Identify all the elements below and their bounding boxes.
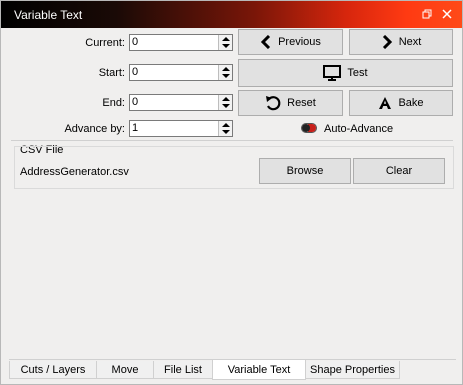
next-button[interactable]: Next [349, 29, 453, 55]
chevron-right-icon [381, 35, 393, 49]
up-arrow-icon[interactable] [222, 67, 230, 71]
previous-label: Previous [278, 36, 321, 48]
restore-icon[interactable] [419, 6, 435, 22]
csv-filename: AddressGenerator.csv [20, 166, 129, 178]
auto-advance-label: Auto-Advance [324, 123, 394, 135]
letter-a-icon [378, 96, 392, 110]
window-title: Variable Text [14, 8, 83, 22]
toggle-knob [302, 124, 310, 132]
end-stepper[interactable] [218, 95, 232, 110]
clear-label: Clear [385, 165, 413, 177]
monitor-icon [323, 65, 342, 81]
reset-label: Reset [287, 97, 316, 109]
advance-by-stepper[interactable] [218, 121, 232, 136]
current-label: Current: [85, 37, 125, 49]
end-spinbox[interactable]: 0 [129, 94, 233, 111]
start-spinbox[interactable]: 0 [129, 64, 233, 81]
advance-by-spinbox[interactable]: 1 [129, 120, 233, 137]
next-label: Next [398, 36, 422, 48]
tab-file-list[interactable]: File List [153, 361, 213, 379]
auto-advance-toggle[interactable] [301, 123, 317, 133]
down-arrow-icon[interactable] [222, 74, 230, 78]
title-bar[interactable]: Variable Text [1, 1, 462, 28]
end-label: End: [102, 97, 125, 109]
tab-shape-properties[interactable]: Shape Properties [305, 361, 400, 379]
undo-icon [265, 95, 281, 111]
close-icon[interactable] [439, 6, 455, 22]
browse-button[interactable]: Browse [259, 158, 351, 184]
tab-move[interactable]: Move [96, 361, 154, 379]
test-label: Test [347, 67, 368, 79]
tab-label: Cuts / Layers [20, 363, 86, 376]
tab-label: File List [164, 363, 202, 376]
advance-by-label: Advance by: [64, 123, 125, 135]
current-value[interactable]: 0 [132, 36, 138, 48]
up-arrow-icon[interactable] [222, 97, 230, 101]
current-stepper[interactable] [218, 35, 232, 50]
end-value[interactable]: 0 [132, 96, 138, 108]
up-arrow-icon[interactable] [222, 37, 230, 41]
advance-by-value[interactable]: 1 [132, 122, 138, 134]
start-stepper[interactable] [218, 65, 232, 80]
bake-button[interactable]: Bake [349, 90, 453, 116]
start-label: Start: [98, 67, 125, 79]
bake-label: Bake [398, 97, 424, 109]
tab-label: Shape Properties [310, 363, 395, 376]
tab-cuts-layers[interactable]: Cuts / Layers [9, 361, 97, 379]
down-arrow-icon[interactable] [222, 44, 230, 48]
tab-bar: Cuts / Layers Move File List Variable Te… [9, 360, 455, 380]
browse-label: Browse [286, 165, 324, 177]
tab-label: Variable Text [227, 363, 291, 376]
test-button[interactable]: Test [238, 59, 453, 87]
clear-button[interactable]: Clear [353, 158, 445, 184]
reset-button[interactable]: Reset [238, 90, 343, 116]
tab-variable-text[interactable]: Variable Text [212, 360, 306, 380]
down-arrow-icon[interactable] [222, 104, 230, 108]
start-value[interactable]: 0 [132, 66, 138, 78]
up-arrow-icon[interactable] [222, 123, 230, 127]
tab-label: Move [111, 363, 139, 376]
chevron-left-icon [260, 35, 272, 49]
down-arrow-icon[interactable] [222, 130, 230, 134]
separator [11, 140, 453, 141]
current-spinbox[interactable]: 0 [129, 34, 233, 51]
variable-text-panel: Variable Text Current: 0 Start: 0 End: 0… [0, 0, 463, 385]
previous-button[interactable]: Previous [238, 29, 343, 55]
